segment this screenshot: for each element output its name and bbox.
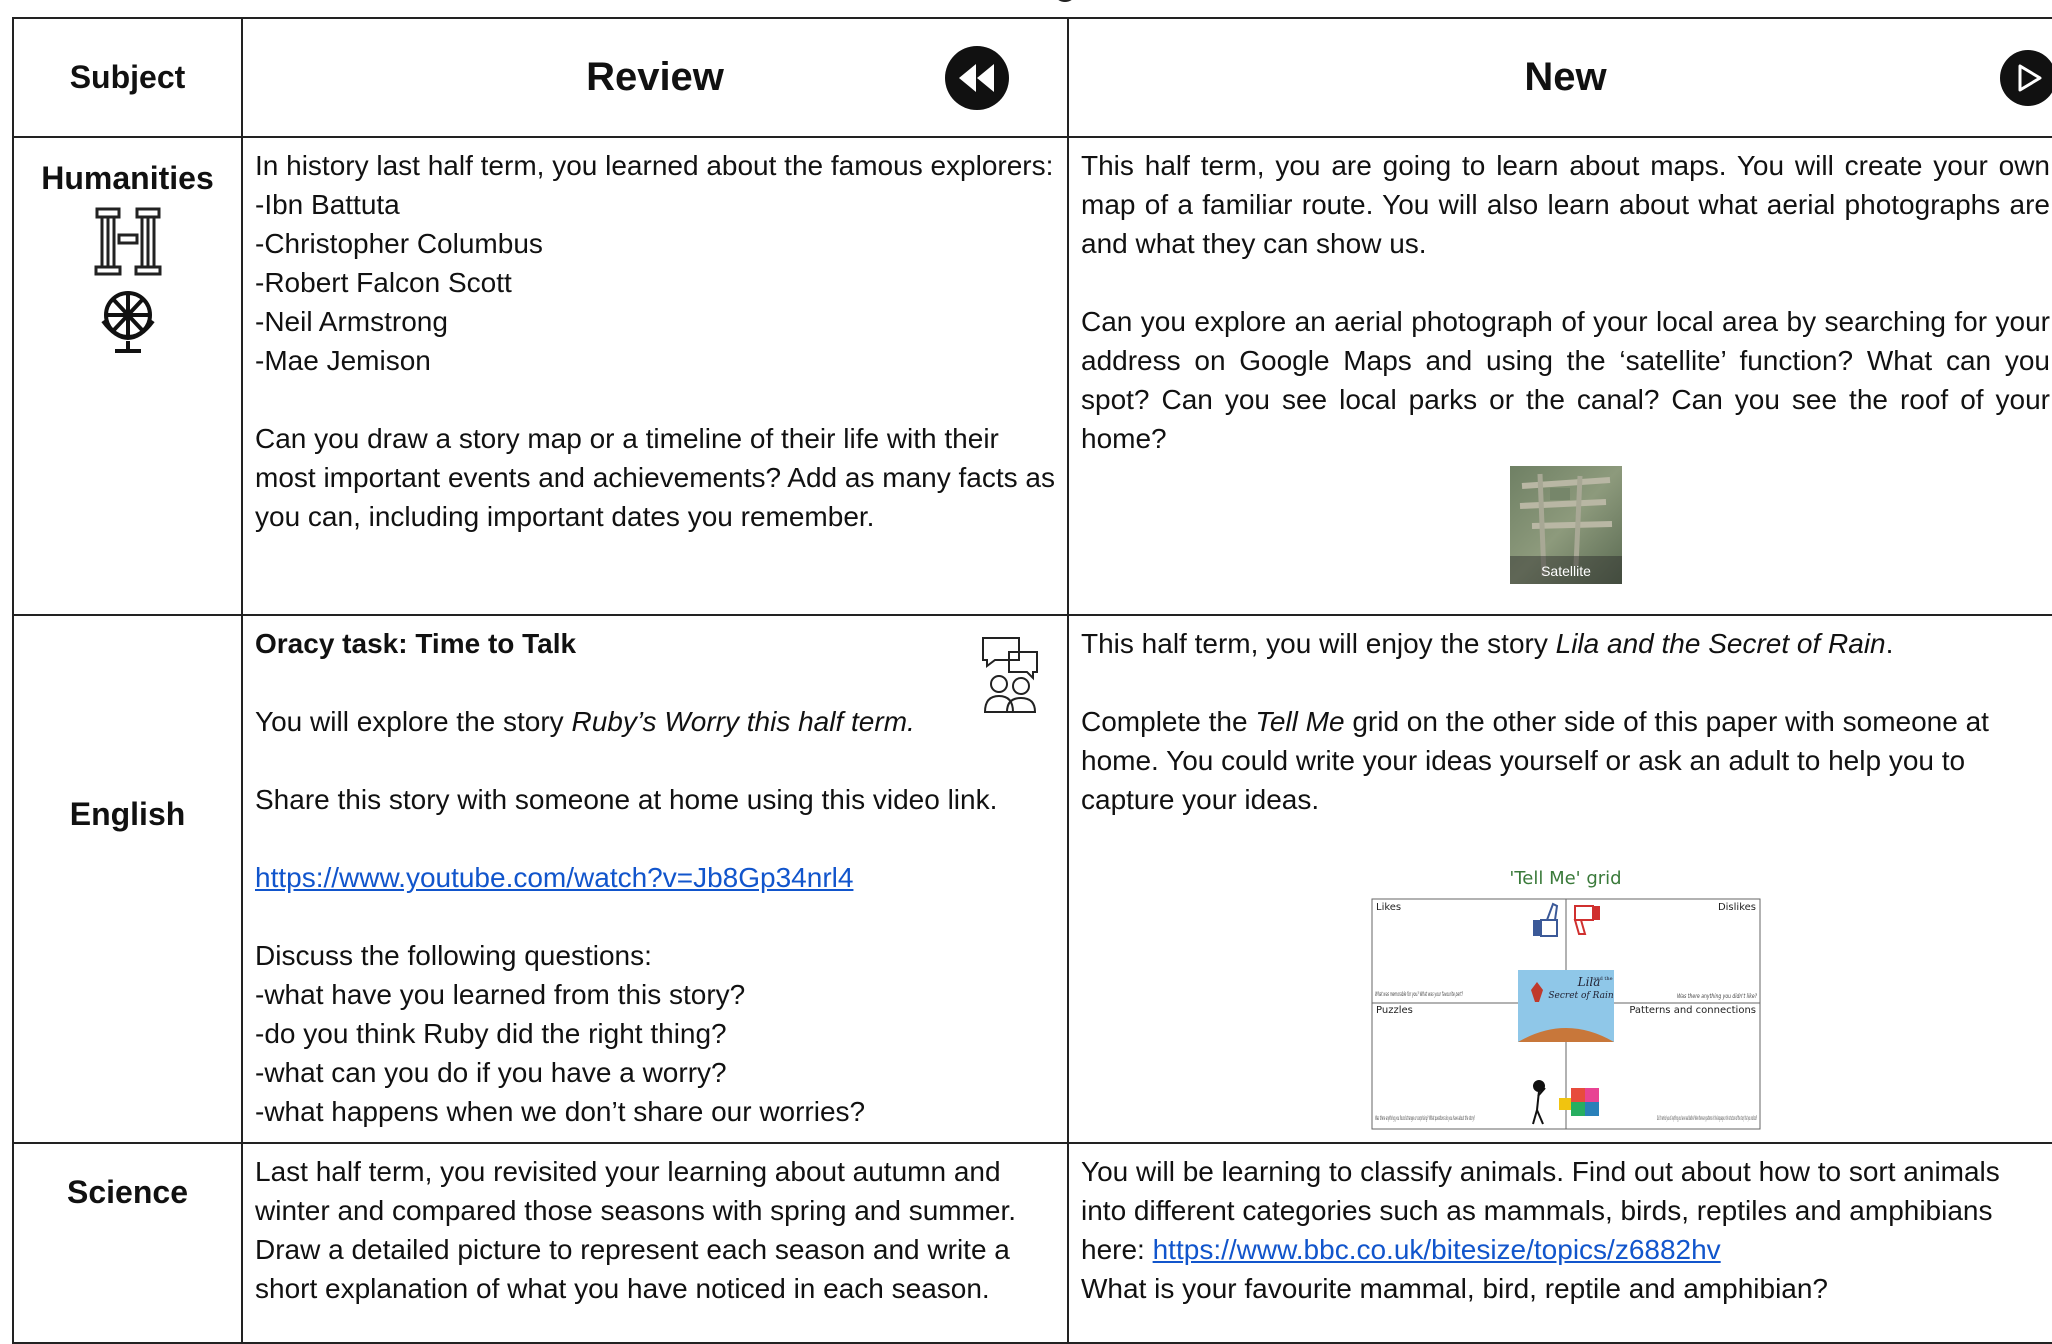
new-header: New xyxy=(1067,17,2052,138)
english-review-share: Share this story with someone at home us… xyxy=(255,784,998,815)
humanities-review-intro: In history last half term, you learned a… xyxy=(255,150,1054,181)
grid-puzzles-label: Puzzles xyxy=(1376,1005,1413,1016)
learning-table: Subject Review New Humanities In history… xyxy=(12,17,2052,1344)
english-row: English Oracy task: Time to Talk You wil… xyxy=(12,614,2052,1144)
list-item: -Neil Armstrong xyxy=(255,306,448,337)
grid-likes-question: What was memorable for you? What was you… xyxy=(1375,991,1463,998)
science-subject-label: Science xyxy=(67,1174,188,1210)
satellite-label: Satellite xyxy=(1541,563,1591,579)
satellite-thumbnail: Satellite xyxy=(1509,466,1622,584)
english-new-task: Complete the Tell Me grid on the other s… xyxy=(1081,706,1989,815)
header-row: Subject Review New xyxy=(12,17,2052,138)
list-item: -what happens when we don’t share our wo… xyxy=(255,1096,866,1127)
humanities-review-cell: In history last half term, you learned a… xyxy=(241,136,1069,616)
english-subject-label: English xyxy=(69,795,186,832)
humanities-new-task: Can you explore an aerial photograph of … xyxy=(1081,306,2050,454)
list-item: -do you think Ruby did the right thing? xyxy=(255,1018,727,1049)
english-review-cell: Oracy task: Time to Talk You will explor… xyxy=(241,614,1069,1144)
bbc-bitesize-link[interactable]: https://www.bbc.co.uk/bitesize/topics/z6… xyxy=(1153,1234,1721,1265)
humanities-review-task: Can you draw a story map or a timeline o… xyxy=(255,423,1055,532)
rewind-icon[interactable] xyxy=(945,45,1009,110)
tell-me-grid-image: 'Tell Me' grid Likes Dislikes Puzzles Pa… xyxy=(1371,859,1761,1130)
science-new-cell: You will be learning to classify animals… xyxy=(1067,1142,2052,1344)
humanities-subject-label: Humanities xyxy=(41,160,214,196)
english-subject-cell: English xyxy=(12,614,243,1144)
english-new-cell: This half term, you will enjoy the story… xyxy=(1067,614,2052,1144)
review-header-label: Review xyxy=(586,55,724,99)
book-title-word: and the xyxy=(1593,976,1612,982)
humanities-new-intro: This half term, you are going to learn a… xyxy=(1081,150,2050,259)
grid-likes-label: Likes xyxy=(1376,902,1401,913)
english-new-intro: This half term, you will enjoy the story… xyxy=(1081,628,1894,659)
globe-icon xyxy=(100,291,155,353)
humanities-subject-cell: Humanities xyxy=(12,136,243,616)
grid-dislikes-label: Dislikes xyxy=(1717,902,1755,913)
discussion-prompt: Discuss the following questions: xyxy=(255,940,652,971)
humanities-row: Humanities In history last half term, yo… xyxy=(12,136,2052,616)
subject-header-label: Subject xyxy=(69,59,186,95)
grid-patterns-question: Did it remind you of anything you have r… xyxy=(1657,1115,1757,1122)
science-new-question: What is your favourite mammal, bird, rep… xyxy=(1081,1273,1829,1304)
youtube-video-link[interactable]: https://www.youtube.com/watch?v=Jb8Gp34n… xyxy=(255,862,853,893)
science-review-text: Last half term, you revisited your learn… xyxy=(255,1156,1017,1304)
play-icon[interactable] xyxy=(2000,49,2052,106)
humanities-new-cell: This half term, you are going to learn a… xyxy=(1067,136,2052,616)
subject-header: Subject xyxy=(12,17,243,138)
list-item: -what can you do if you have a worry? xyxy=(255,1057,727,1088)
list-item: -Robert Falcon Scott xyxy=(255,267,512,298)
list-item: -Christopher Columbus xyxy=(255,228,543,259)
tell-me-grid-title: 'Tell Me' grid xyxy=(1509,868,1622,889)
new-header-label: New xyxy=(1524,55,1607,99)
english-review-intro: You will explore the story Ruby’s Worry … xyxy=(255,706,915,737)
columns-icon xyxy=(94,207,161,276)
grid-patterns-label: Patterns and connections xyxy=(1629,1005,1756,1016)
science-row: Science Last half term, you revisited yo… xyxy=(12,1142,2052,1344)
science-review-cell: Last half term, you revisited your learn… xyxy=(241,1142,1069,1344)
book-title-word: Secret of Rain xyxy=(1548,991,1613,1001)
list-item: -Ibn Battuta xyxy=(255,189,400,220)
science-subject-cell: Science xyxy=(12,1142,243,1344)
talk-people-icon xyxy=(982,637,1038,713)
review-header: Review xyxy=(241,17,1069,138)
science-new-intro: You will be learning to classify animals… xyxy=(1081,1156,2000,1265)
grid-dislikes-question: Was there anything you didn't like? xyxy=(1677,993,1758,1000)
list-item: -Mae Jemison xyxy=(255,345,431,376)
book-cover-image: Lila and the Secret of Rain xyxy=(1517,970,1614,1042)
list-item: -what have you learned from this story? xyxy=(255,979,746,1010)
title-fragment xyxy=(1053,0,1077,2)
oracy-task-title: Oracy task: Time to Talk xyxy=(255,628,577,659)
grid-puzzles-question: Was there anything you found strange or … xyxy=(1375,1115,1475,1122)
